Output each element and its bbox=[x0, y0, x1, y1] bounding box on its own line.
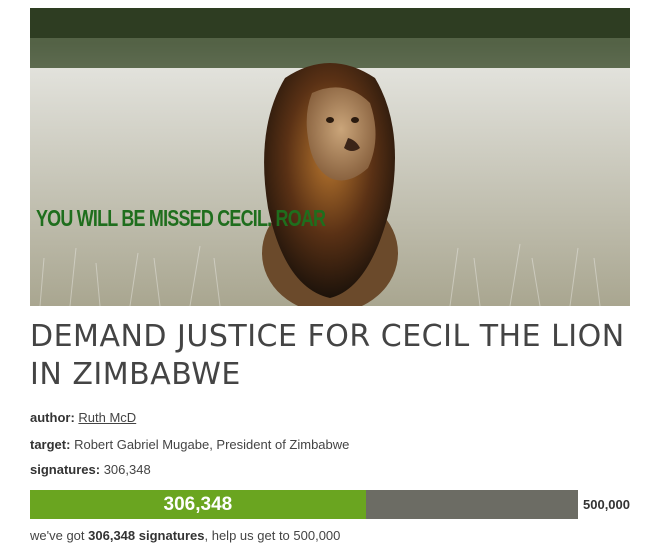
summary-suffix: , help us get to 500,000 bbox=[204, 528, 341, 543]
signature-summary: we've got 306,348 signatures, help us ge… bbox=[30, 528, 340, 543]
image-caption: YOU WILL BE MISSED CECIL. ROAR bbox=[36, 205, 326, 231]
target-row: target: Robert Gabriel Mugabe, President… bbox=[30, 437, 349, 452]
summary-count: 306,348 signatures bbox=[88, 528, 205, 543]
target-value: Robert Gabriel Mugabe, President of Zimb… bbox=[74, 437, 350, 452]
progress-fill: 306,348 bbox=[30, 490, 366, 519]
petition-title: DEMAND JUSTICE FOR CECIL THE LION IN ZIM… bbox=[30, 319, 625, 392]
progress-goal-count: 500,000 bbox=[583, 497, 630, 512]
progress-current-count: 306,348 bbox=[163, 493, 233, 515]
author-row: author: Ruth McD bbox=[30, 410, 136, 425]
signatures-row: signatures: 306,348 bbox=[30, 462, 151, 477]
petition-image: YOU WILL BE MISSED CECIL. ROAR bbox=[30, 8, 630, 306]
author-label: author: bbox=[30, 410, 75, 425]
target-label: target: bbox=[30, 437, 71, 452]
signatures-label: signatures: bbox=[30, 462, 101, 477]
signature-progress-bar: 306,348 bbox=[30, 490, 578, 519]
signatures-value: 306,348 bbox=[103, 462, 151, 477]
summary-prefix: we've got bbox=[30, 528, 89, 543]
lion-photo-icon bbox=[30, 8, 630, 306]
author-link[interactable]: Ruth McD bbox=[78, 410, 136, 425]
